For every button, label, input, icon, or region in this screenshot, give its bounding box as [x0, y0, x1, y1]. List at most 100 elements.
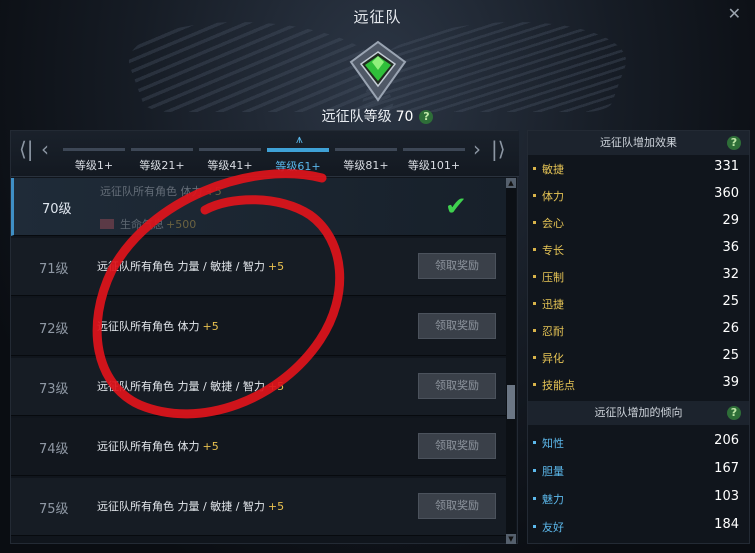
bullet-icon	[533, 497, 536, 500]
stat-name: 迅捷	[542, 298, 564, 311]
row-level: 73级	[39, 382, 69, 397]
stat-name: 会心	[542, 217, 564, 230]
level-tabs: ⟨| ‹ ⩚ 等级1+ 等级21+ 等级41+ 等级61+ 等级81+ 等级10…	[11, 131, 519, 177]
bullet-icon	[533, 383, 536, 386]
row-bonus: +5	[267, 500, 285, 513]
stat-crit: 会心 29	[528, 210, 749, 236]
tendency-value: 103	[714, 489, 739, 504]
claimed-check-icon: ✔	[445, 192, 467, 222]
tendency-name: 友好	[542, 521, 564, 534]
tab-label: 等级81+	[343, 159, 389, 172]
tendency-name: 胆量	[542, 465, 564, 478]
stat-agility: 敏捷 331	[528, 156, 749, 182]
stat-value: 32	[722, 267, 739, 282]
stat-value: 26	[722, 321, 739, 336]
tendency-name: 魅力	[542, 493, 564, 506]
bullet-icon	[533, 525, 536, 528]
reward-list-scrollbar[interactable]: ▲ ▼	[506, 178, 516, 544]
next-page-icon[interactable]: ›	[473, 137, 481, 161]
stat-name: 异化	[542, 352, 564, 365]
tendency-intellect: 知性 206	[528, 430, 749, 456]
row-sub-reward: 生命气息 +500	[100, 216, 196, 232]
reward-row-75: 75级 远征队所有角色 力量 / 敏捷 / 智力 +5 领取奖励	[11, 478, 507, 536]
claim-reward-button[interactable]: 领取奖励	[418, 373, 496, 399]
stat-specialization: 专长 36	[528, 237, 749, 263]
scroll-up-icon[interactable]: ▲	[506, 178, 516, 188]
help-icon[interactable]: ?	[419, 110, 434, 124]
tab-label: 等级101+	[407, 159, 461, 172]
stat-stamina: 体力 360	[528, 183, 749, 209]
row-description: 远征队所有角色 力量 / 敏捷 / 智力 +5	[97, 258, 284, 274]
tab-level-41[interactable]: 等级41+	[197, 148, 263, 176]
row-bonus: +5	[267, 260, 285, 273]
bullet-icon	[533, 275, 536, 278]
stat-name: 敏捷	[542, 163, 564, 176]
tab-label: 等级41+	[207, 159, 253, 172]
tab-label: 等级61+	[275, 160, 321, 173]
stat-name: 体力	[542, 190, 564, 203]
stat-endurance: 忍耐 26	[528, 318, 749, 344]
stats-panel: 远征队增加效果 ? 敏捷 331 体力 360 会心 29 专长 36 压制 32 迅捷 2…	[527, 130, 750, 544]
row-bonus: +5	[202, 440, 219, 453]
stat-value: 36	[722, 240, 739, 255]
stat-value: 360	[714, 186, 739, 201]
stat-swiftness: 迅捷 25	[528, 291, 749, 317]
row-desc-text: 远征队所有角色 力量 / 敏捷 / 智力	[97, 260, 265, 273]
bullet-icon	[533, 302, 536, 305]
row-desc-text: 远征队所有角色 力量 / 敏捷 / 智力	[97, 500, 265, 513]
row-desc-text: 远征队所有角色 体力	[97, 320, 200, 333]
stat-value: 331	[714, 159, 739, 174]
row-description: 远征队所有角色 体力 +5	[97, 438, 219, 454]
bullet-icon	[533, 356, 536, 359]
row-description: 远征队所有角色 体力 +5	[100, 183, 222, 199]
tendency-charisma: 魅力 103	[528, 486, 749, 512]
tab-level-61[interactable]: 等级61+	[265, 148, 331, 176]
bullet-icon	[533, 248, 536, 251]
help-icon[interactable]: ?	[727, 136, 741, 150]
row-bonus: +5	[205, 185, 222, 198]
row-description: 远征队所有角色 力量 / 敏捷 / 智力 +5	[97, 378, 284, 394]
bullet-icon	[533, 469, 536, 472]
scroll-down-icon[interactable]: ▼	[506, 534, 516, 544]
window-title: 远征队	[353, 8, 402, 26]
stat-value: 25	[722, 294, 739, 309]
reward-list: 70级 远征队所有角色 体力 +5 生命气息 +500 ✔ 71级 远征队所有角色 …	[11, 178, 507, 544]
row-bonus: +5	[267, 380, 285, 393]
tab-level-21[interactable]: 等级21+	[129, 148, 195, 176]
bullet-icon	[533, 167, 536, 170]
claim-reward-button[interactable]: 领取奖励	[418, 433, 496, 459]
help-icon[interactable]: ?	[727, 406, 741, 420]
row-level: 75级	[39, 502, 69, 517]
reward-row-74: 74级 远征队所有角色 体力 +5 领取奖励	[11, 418, 507, 476]
stat-name: 专长	[542, 244, 564, 257]
tendency-kindness: 友好 184	[528, 514, 749, 540]
tendencies-header: 远征队增加的倾向 ?	[528, 401, 749, 425]
row-desc-text: 远征队所有角色 体力	[97, 440, 200, 453]
reward-row-71: 71级 远征队所有角色 力量 / 敏捷 / 智力 +5 领取奖励	[11, 238, 507, 296]
stat-name: 技能点	[542, 379, 575, 392]
last-page-icon[interactable]: |⟩	[491, 137, 506, 161]
effects-header: 远征队增加效果 ?	[528, 131, 749, 155]
claim-reward-button[interactable]: 领取奖励	[418, 313, 496, 339]
stat-expertise: 异化 25	[528, 345, 749, 371]
tendency-name: 知性	[542, 437, 564, 450]
stat-name: 压制	[542, 271, 564, 284]
claim-reward-button[interactable]: 领取奖励	[418, 493, 496, 519]
tendency-value: 184	[714, 517, 739, 532]
close-icon[interactable]: ✕	[728, 4, 741, 23]
tab-level-81[interactable]: 等级81+	[333, 148, 399, 176]
first-page-icon[interactable]: ⟨|	[19, 137, 34, 161]
row-level: 74级	[39, 442, 69, 457]
reward-row-70: 70级 远征队所有角色 体力 +5 生命气息 +500 ✔	[11, 178, 507, 236]
row-sub-text: 生命气息	[120, 218, 164, 231]
level-label: 远征队等级	[321, 109, 392, 125]
claim-reward-button[interactable]: 领取奖励	[418, 253, 496, 279]
row-desc-text: 远征队所有角色 力量 / 敏捷 / 智力	[97, 380, 265, 393]
tab-level-101[interactable]: 等级101+	[401, 148, 467, 176]
stat-domination: 压制 32	[528, 264, 749, 290]
prev-page-icon[interactable]: ‹	[41, 137, 49, 161]
stat-value: 25	[722, 348, 739, 363]
scroll-thumb[interactable]	[507, 385, 515, 419]
tab-level-1[interactable]: 等级1+	[61, 148, 127, 176]
bullet-icon	[533, 329, 536, 332]
